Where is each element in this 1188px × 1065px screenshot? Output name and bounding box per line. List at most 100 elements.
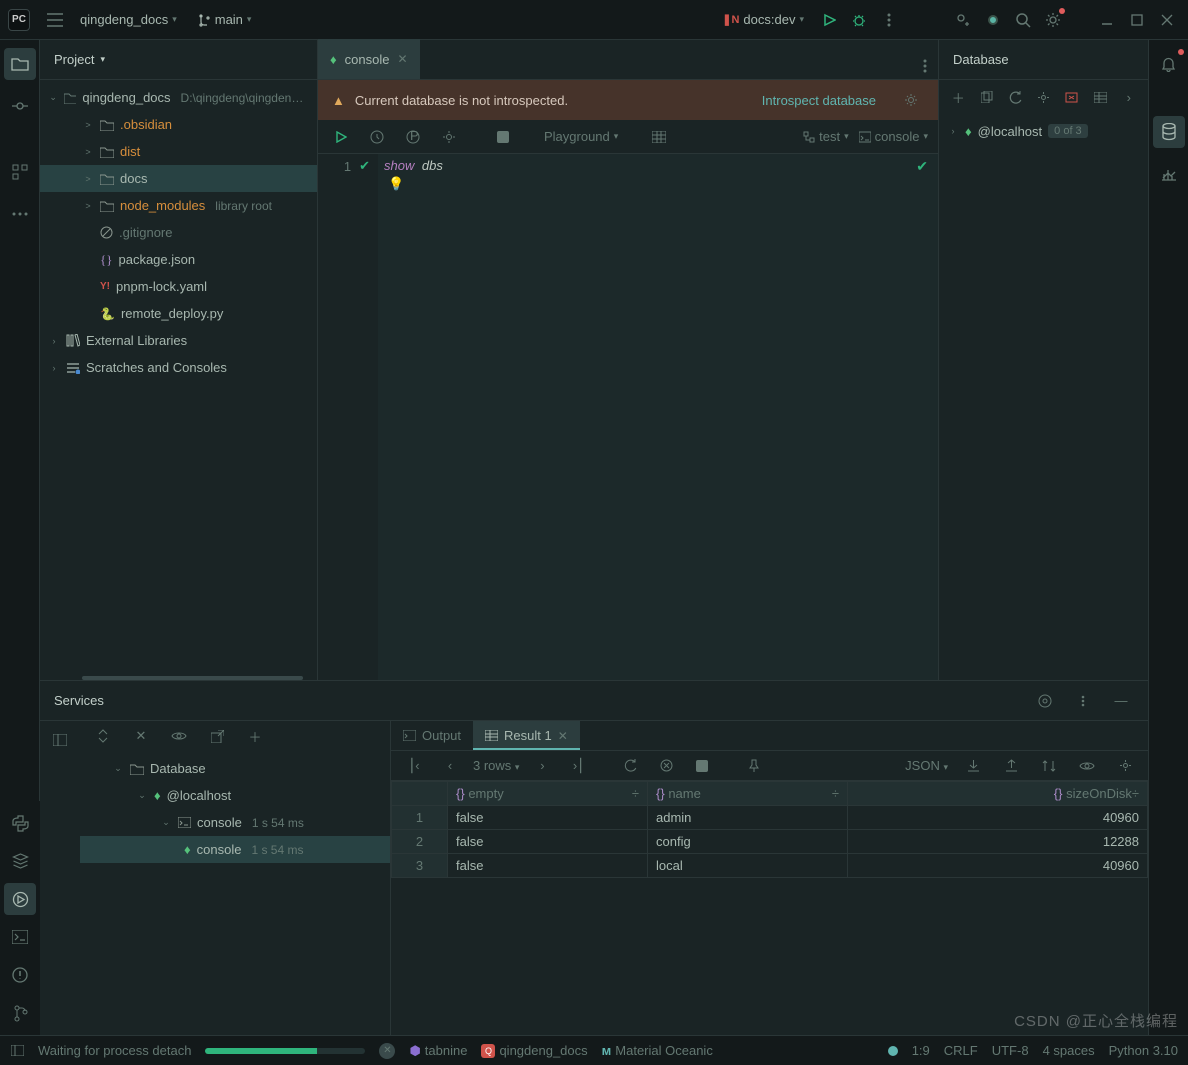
avatar-icon[interactable] bbox=[980, 7, 1006, 33]
notifications-icon[interactable] bbox=[1153, 48, 1185, 80]
row-count-dropdown[interactable]: 3 rows ▾ bbox=[473, 758, 519, 773]
tree-item[interactable]: >docs bbox=[40, 165, 317, 192]
tree-item[interactable]: .gitignore bbox=[40, 219, 317, 246]
expand-collapse-icon[interactable] bbox=[90, 723, 116, 749]
problems-icon[interactable] bbox=[4, 959, 36, 991]
tab-result-1[interactable]: Result 1 ✕ bbox=[473, 721, 580, 750]
caret-position[interactable]: 1:9 bbox=[912, 1043, 930, 1058]
import-icon[interactable] bbox=[998, 753, 1024, 779]
next-page-icon[interactable]: › bbox=[529, 753, 555, 779]
db-settings-icon[interactable] bbox=[1034, 87, 1052, 107]
tabnine-widget[interactable]: ⬢ tabnine bbox=[409, 1043, 467, 1059]
database-tool-button[interactable] bbox=[1153, 116, 1185, 148]
new-datasource-icon[interactable]: ＋ bbox=[949, 87, 967, 107]
introspect-link[interactable]: Introspect database bbox=[762, 93, 876, 108]
inspection-ok-icon[interactable]: ✔ bbox=[916, 158, 928, 175]
tree-item[interactable]: Y!pnpm-lock.yaml bbox=[40, 273, 317, 300]
show-hide-icon[interactable] bbox=[166, 723, 192, 749]
theme-widget[interactable]: ᴍ Material Oceanic bbox=[602, 1043, 713, 1058]
debug-button[interactable] bbox=[846, 7, 872, 33]
add-icon[interactable]: ＋ bbox=[242, 723, 268, 749]
status-indicator-icon[interactable] bbox=[888, 1046, 898, 1056]
svc-node-database[interactable]: ⌄ Database bbox=[80, 755, 390, 782]
run-button[interactable] bbox=[816, 7, 842, 33]
compare-icon[interactable] bbox=[1036, 753, 1062, 779]
table-row[interactable]: 3falselocal40960 bbox=[392, 854, 1148, 878]
status-project-widget[interactable]: Q qingdeng_docs bbox=[481, 1043, 587, 1058]
explain-icon[interactable]: P bbox=[400, 124, 426, 150]
editor-tab-console[interactable]: ♦ console ✕ bbox=[318, 39, 420, 79]
pin-icon[interactable] bbox=[741, 753, 767, 779]
svc-node-localhost[interactable]: ⌄ ♦ @localhost bbox=[80, 782, 390, 809]
branch-dropdown[interactable]: main▾ bbox=[189, 7, 260, 33]
stop-icon[interactable] bbox=[490, 124, 516, 150]
hamburger-icon[interactable] bbox=[42, 7, 68, 33]
db-item-localhost[interactable]: › ♦ @localhost 0 of 3 bbox=[947, 118, 1140, 144]
export-icon[interactable] bbox=[960, 753, 986, 779]
encoding[interactable]: UTF-8 bbox=[992, 1043, 1029, 1058]
warning-settings-icon[interactable] bbox=[898, 87, 924, 113]
git-icon[interactable] bbox=[4, 997, 36, 1029]
cancel-process-icon[interactable]: ✕ bbox=[379, 1043, 395, 1059]
intention-bulb-icon[interactable]: 💡 bbox=[388, 176, 404, 192]
tree-ext-lib[interactable]: › External Libraries bbox=[40, 327, 317, 354]
tree-scratches[interactable]: › Scratches and Consoles bbox=[40, 354, 317, 381]
minimize-icon[interactable] bbox=[1094, 7, 1120, 33]
hide-icon[interactable]: — bbox=[1108, 688, 1134, 714]
project-header[interactable]: Project▾ bbox=[40, 40, 317, 80]
tx-schema-dropdown[interactable]: test ▾ bbox=[803, 129, 849, 144]
run-config-dropdown[interactable]: ❚N docs:dev▾ bbox=[714, 7, 812, 33]
grid-icon[interactable] bbox=[646, 124, 672, 150]
layers-icon[interactable] bbox=[4, 845, 36, 877]
result-settings-icon[interactable] bbox=[1112, 753, 1138, 779]
search-icon[interactable] bbox=[1010, 7, 1036, 33]
tx-settings-icon[interactable] bbox=[436, 124, 462, 150]
indent[interactable]: 4 spaces bbox=[1043, 1043, 1095, 1058]
open-new-icon[interactable] bbox=[204, 723, 230, 749]
close-tab-icon[interactable]: ✕ bbox=[397, 52, 407, 66]
playground-dropdown[interactable]: Playground ▾ bbox=[544, 129, 618, 144]
structure-tool-button[interactable] bbox=[4, 156, 36, 188]
stop-result-icon[interactable] bbox=[689, 753, 715, 779]
svc-node-console-group[interactable]: ⌄ console 1 s 54 ms bbox=[80, 809, 390, 836]
refresh-icon[interactable] bbox=[1006, 87, 1024, 107]
history-icon[interactable] bbox=[364, 124, 390, 150]
services-more-icon[interactable] bbox=[1070, 688, 1096, 714]
tree-item[interactable]: 🐍remote_deploy.py bbox=[40, 300, 317, 327]
tool-windows-icon[interactable] bbox=[10, 1038, 24, 1064]
code-with-me-icon[interactable] bbox=[950, 7, 976, 33]
layout-icon[interactable] bbox=[47, 727, 73, 753]
prev-page-icon[interactable]: ‹ bbox=[437, 753, 463, 779]
close-result-icon[interactable]: ✕ bbox=[558, 729, 568, 743]
remove-icon[interactable]: ✕ bbox=[128, 723, 154, 749]
code-editor[interactable]: 1 ✔ show dbs ✔ 💡 bbox=[318, 154, 938, 680]
tx-console-dropdown[interactable]: console ▾ bbox=[859, 129, 928, 144]
editor-tabs-more-icon[interactable] bbox=[912, 53, 938, 79]
more-vertical-icon[interactable] bbox=[876, 7, 902, 33]
maximize-icon[interactable] bbox=[1124, 7, 1150, 33]
project-tool-button[interactable] bbox=[4, 48, 36, 80]
tree-root[interactable]: ⌄ qingdeng_docs D:\qingdeng\qingdeng_doc… bbox=[40, 84, 317, 111]
result-table[interactable]: {} empty ÷ {} name ÷ {} sizeOnDisk ÷ 1fa… bbox=[391, 781, 1148, 878]
more-tool-button[interactable] bbox=[4, 198, 36, 230]
table-row[interactable]: 1falseadmin40960 bbox=[392, 806, 1148, 830]
tree-item[interactable]: {}package.json bbox=[40, 246, 317, 273]
project-dropdown[interactable]: qingdeng_docs▾ bbox=[72, 7, 185, 33]
interpreter[interactable]: Python 3.10 bbox=[1109, 1043, 1178, 1058]
tree-item[interactable]: >.obsidian bbox=[40, 111, 317, 138]
table-view-icon[interactable] bbox=[1091, 87, 1109, 107]
tree-item[interactable]: >node_moduleslibrary root bbox=[40, 192, 317, 219]
charts-tool-button[interactable] bbox=[1153, 158, 1185, 190]
view-icon[interactable] bbox=[1074, 753, 1100, 779]
settings-icon[interactable] bbox=[1040, 7, 1066, 33]
collapse-right-icon[interactable]: › bbox=[1120, 87, 1138, 107]
services-tool-button[interactable] bbox=[4, 883, 36, 915]
line-separator[interactable]: CRLF bbox=[944, 1043, 978, 1058]
close-icon[interactable] bbox=[1154, 7, 1180, 33]
table-row[interactable]: 2falseconfig12288 bbox=[392, 830, 1148, 854]
python-console-icon[interactable] bbox=[4, 807, 36, 839]
execute-icon[interactable] bbox=[328, 124, 354, 150]
reload-icon[interactable] bbox=[617, 753, 643, 779]
disconnect-icon[interactable] bbox=[1063, 87, 1081, 107]
cancel-icon[interactable] bbox=[653, 753, 679, 779]
